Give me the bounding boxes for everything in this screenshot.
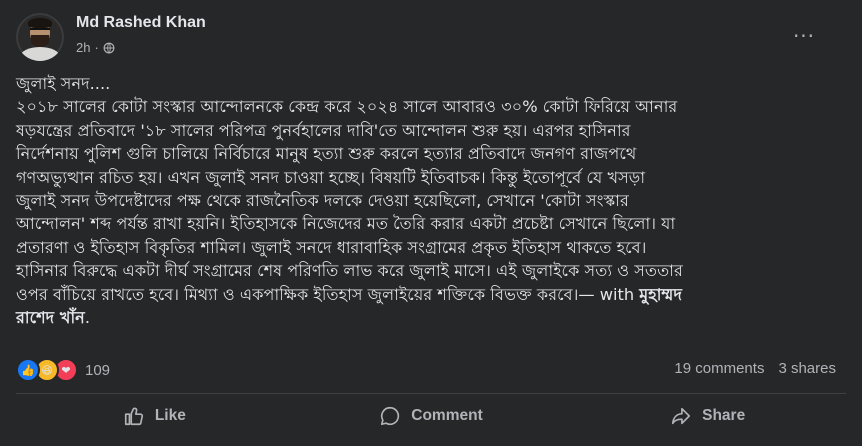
comment-button[interactable]: Comment (293, 398, 570, 434)
tagged-person-link[interactable]: মুহাম্মদ (639, 285, 682, 304)
reaction-count[interactable]: 109 (85, 362, 110, 379)
thumbs-up-reaction-icon: 👍 (16, 358, 40, 382)
body-line: ষড়যন্ত্রের প্রতিবাদে '১৮ সালের পরিপত্র … (16, 120, 631, 140)
post-actions-bar: Like Comment Share (16, 398, 846, 434)
meta-separator: · (94, 40, 99, 55)
reactions-summary[interactable]: 👍 😆 ❤ 109 (16, 358, 110, 382)
body-line: ওপর বাঁচিয়ে রাখতে হবে। মিথ্যা ও একপাক্ষ… (16, 283, 846, 306)
share-button[interactable]: Share (569, 398, 846, 434)
body-line: প্রতারণা ও ইতিহাস বিকৃতির শামিল। জুলাই স… (16, 237, 647, 257)
share-label: Share (702, 407, 746, 424)
facebook-post: Md Rashed Khan 2h · ··· জুলাই সনদ.... ২০… (0, 0, 862, 446)
body-line: হাসিনার বিরুদ্ধে একটা দীর্ঘ সংগ্রামের শে… (16, 261, 683, 281)
avatar-beard (31, 35, 49, 47)
body-line: গণঅভ্যুত্থান রচিত হয়। এখন জুলাই সনদ চাও… (16, 167, 646, 187)
body-line: নির্দেশনায় পুলিশ গুলি চালিয়ে নির্বিচার… (16, 144, 637, 164)
tagged-person-link-continued[interactable]: রাশেদ খাঁন (16, 308, 85, 327)
comment-label: Comment (411, 407, 483, 424)
share-arrow-icon (672, 407, 691, 425)
body-line-text: ওপর বাঁচিয়ে রাখতে হবে। মিথ্যা ও একপাক্ষ… (16, 284, 635, 304)
like-label: Like (154, 407, 186, 424)
post-body: জুলাই সনদ.... ২০১৮ সালের কোটা সংস্কার আন… (16, 72, 846, 329)
body-line: জুলাই সনদ উপদেষ্টাদের পক্ষ থেকে রাজনৈতিক… (16, 191, 629, 211)
body-line: জুলাই সনদ.... (16, 74, 111, 93)
post-meta: 2h · (76, 40, 115, 55)
comments-count-link[interactable]: 19 comments (674, 360, 764, 377)
globe-icon[interactable] (103, 42, 115, 54)
body-end-punctuation: . (84, 308, 90, 328)
body-line: আন্দোলন' শব্দ পর্যন্ত রাখা হয়নি। ইতিহাস… (16, 214, 676, 234)
avatar-hair (28, 18, 52, 28)
shares-count-link[interactable]: 3 shares (778, 360, 836, 377)
avatar-shirt (20, 47, 60, 61)
speech-bubble-icon (381, 406, 400, 426)
body-line: ২০১৮ সালের কোটা সংস্কার আন্দোলনকে কেন্দ্… (16, 97, 678, 117)
post-header: Md Rashed Khan 2h · ··· (16, 12, 846, 62)
post-stats: 19 comments 3 shares (674, 360, 836, 377)
author-name[interactable]: Md Rashed Khan (76, 14, 206, 32)
more-options-icon[interactable]: ··· (786, 24, 822, 48)
post-time[interactable]: 2h (76, 40, 90, 55)
actions-divider (16, 393, 846, 394)
avatar-glasses (30, 28, 50, 34)
author-avatar[interactable] (16, 13, 64, 61)
body-line: রাশেদ খাঁন. (16, 306, 846, 329)
thumbs-up-icon (124, 407, 143, 426)
like-button[interactable]: Like (16, 398, 293, 434)
